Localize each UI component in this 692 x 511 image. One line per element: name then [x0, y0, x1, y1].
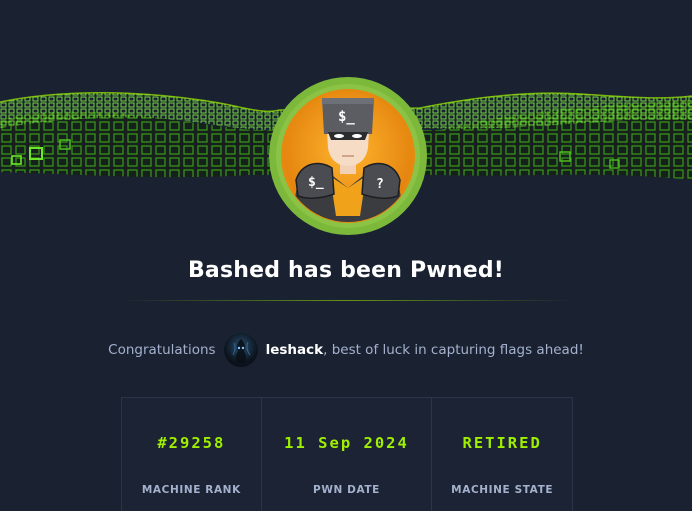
username-link[interactable]: leshack [266, 342, 324, 358]
svg-text:$_: $_ [308, 175, 324, 190]
user-avatar-image [232, 339, 250, 363]
machine-state-value: RETIRED [462, 434, 542, 452]
machine-state-label: MACHINE STATE [451, 484, 554, 496]
stat-machine-rank: #29258 MACHINE RANK [121, 398, 261, 511]
page-title: Bashed has been Pwned! [187, 258, 505, 283]
stat-machine-state: RETIRED MACHINE STATE [431, 398, 573, 511]
pwned-card: $_ ? $_ Bashed has been Pwned! Congratul… [0, 0, 692, 511]
stats-row: #29258 MACHINE RANK 11 Sep 2024 PWN DATE… [121, 397, 573, 511]
congrats-prefix: Congratulations [108, 342, 216, 358]
machine-rank-value: #29258 [157, 434, 226, 452]
pwn-date-label: PWN DATE [313, 484, 380, 496]
congrats-suffix: , best of luck in capturing flags ahead! [323, 342, 584, 358]
stat-pwn-date: 11 Sep 2024 PWN DATE [260, 398, 432, 511]
pwn-date-value: 11 Sep 2024 [284, 434, 409, 452]
machine-rank-label: MACHINE RANK [141, 484, 241, 496]
svg-text:?: ? [376, 177, 384, 192]
svg-text:$_: $_ [338, 109, 355, 125]
congrats-line: Congratulations leshack , best of luck i… [0, 332, 692, 368]
user-avatar[interactable] [223, 333, 258, 367]
title-divider [122, 300, 572, 301]
bashed-machine-avatar: $_ ? $_ [269, 77, 427, 235]
